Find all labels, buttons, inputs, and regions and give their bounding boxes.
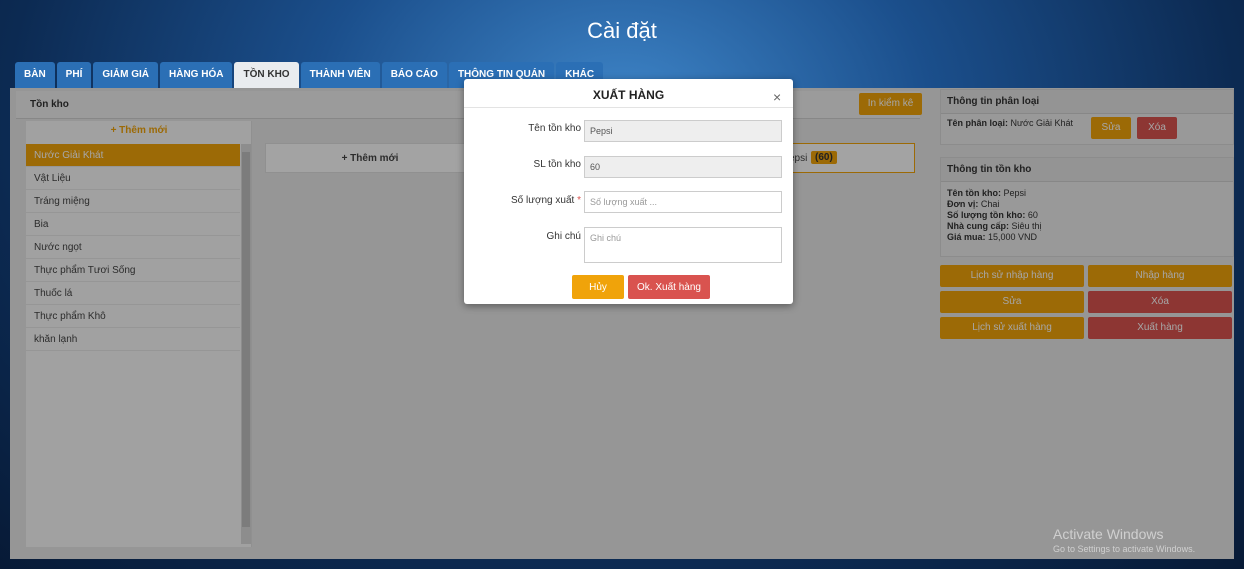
required-marker: * (577, 195, 581, 206)
window-title: Cài đặt (587, 18, 657, 43)
note-input[interactable] (584, 227, 782, 263)
export-qty-label-wrap: Số lượng xuất * (511, 195, 581, 206)
export-stock-modal: XUẤT HÀNG × Tên tồn kho SL tồn kho Số lư… (464, 79, 793, 304)
close-icon[interactable]: × (773, 89, 781, 105)
watermark-title: Activate Windows (1053, 526, 1164, 542)
tab-phi[interactable]: PHÍ (56, 62, 92, 88)
tab-hang-hoa[interactable]: HÀNG HÓA (160, 62, 233, 88)
stock-qty-label: SL tồn kho (533, 159, 581, 170)
stock-qty-field[interactable] (584, 156, 782, 178)
stock-name-label: Tên tồn kho (528, 123, 581, 134)
export-qty-label: Số lượng xuất (511, 195, 575, 206)
note-label: Ghi chú (546, 231, 581, 242)
tab-giam-gia[interactable]: GIẢM GIÁ (93, 62, 159, 88)
watermark-subtitle: Go to Settings to activate Windows. (1053, 544, 1196, 554)
tab-thanh-vien[interactable]: THÀNH VIÊN (300, 62, 380, 88)
stock-name-field[interactable] (584, 120, 782, 142)
modal-title: XUẤT HÀNG (592, 88, 665, 102)
cancel-button[interactable]: Hủy (572, 275, 624, 299)
export-qty-input[interactable] (584, 191, 782, 213)
windows-activation-watermark: Activate Windows Go to Settings to activ… (1053, 526, 1195, 554)
tab-ton-kho[interactable]: TỒN KHO (234, 62, 299, 88)
confirm-export-button[interactable]: Ok. Xuất hàng (628, 275, 710, 299)
tab-ban[interactable]: BÀN (15, 62, 55, 88)
tab-bao-cao[interactable]: BÁO CÁO (381, 62, 447, 88)
modal-divider (464, 107, 793, 108)
